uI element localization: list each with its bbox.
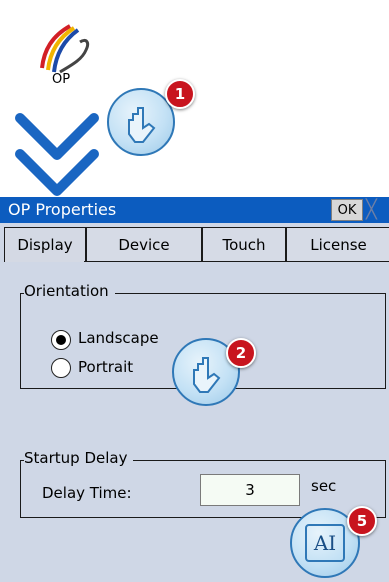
portrait-radio[interactable] — [51, 358, 71, 378]
dialog-title: OP Properties — [8, 200, 117, 219]
tab-divider — [84, 261, 389, 262]
delay-time-label: Delay Time: — [42, 484, 132, 502]
delay-time-input[interactable]: 3 — [200, 474, 300, 506]
ok-button[interactable]: OK — [331, 199, 363, 221]
startup-delay-title: Startup Delay — [24, 449, 134, 467]
op-logo-icon — [40, 24, 90, 74]
delay-unit-label: sec — [311, 477, 337, 495]
step-5-badge: 5 — [347, 506, 377, 536]
tab-display[interactable]: Display — [4, 227, 86, 262]
landscape-label[interactable]: Landscape — [78, 329, 159, 347]
step-2-badge: 2 — [226, 338, 256, 368]
close-icon[interactable]: ╳ — [366, 199, 389, 220]
tab-license[interactable]: License — [286, 227, 389, 262]
landscape-radio[interactable] — [51, 330, 71, 350]
op-icon-label: OP — [52, 72, 71, 87]
step-1-badge: 1 — [165, 79, 195, 109]
double-chevron-down-icon — [15, 113, 99, 196]
portrait-label[interactable]: Portrait — [78, 358, 133, 376]
tab-device[interactable]: Device — [86, 227, 202, 262]
tab-touch[interactable]: Touch — [202, 227, 286, 262]
text-input-icon: AI — [305, 524, 345, 562]
orientation-group-title: Orientation — [24, 282, 115, 300]
radio-selected-dot — [56, 335, 66, 345]
